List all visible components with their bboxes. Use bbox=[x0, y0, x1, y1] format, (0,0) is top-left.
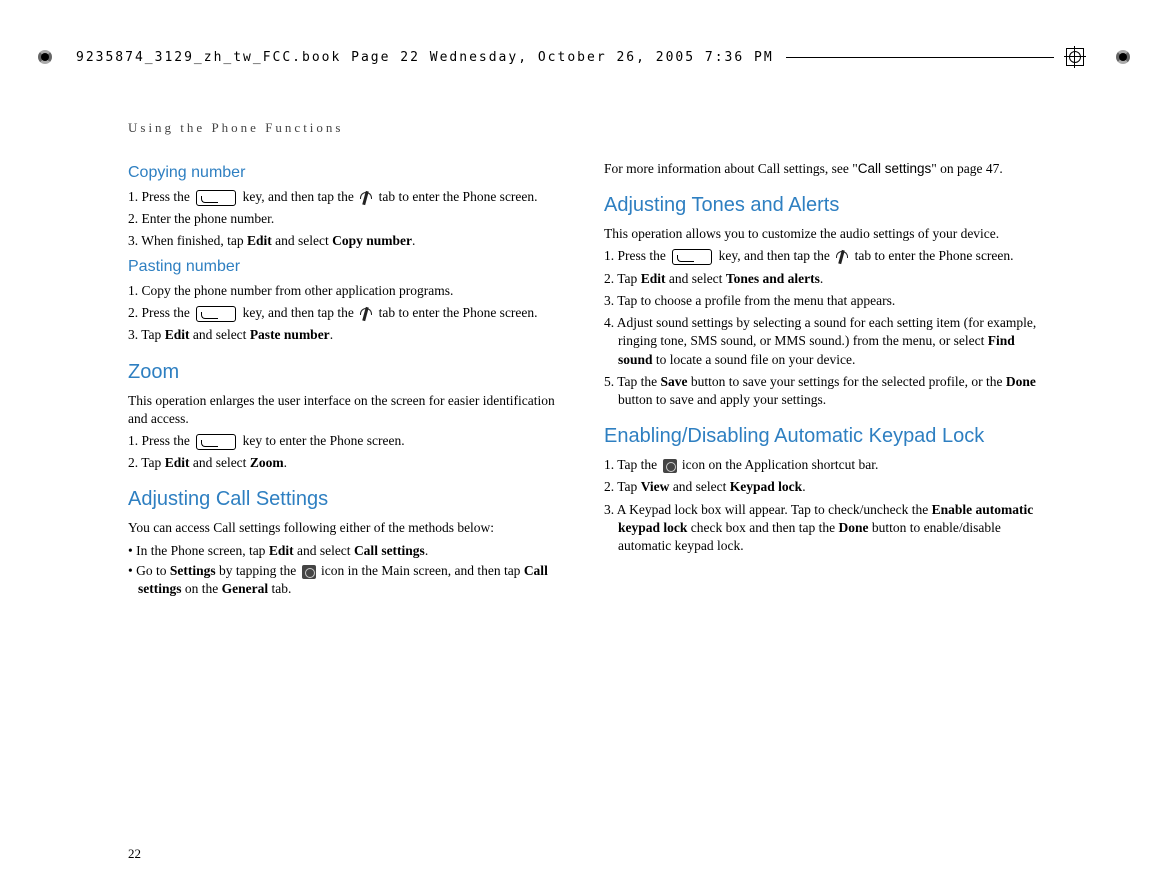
bullet: • In the Phone screen, tap Edit and sele… bbox=[128, 542, 564, 560]
file-meta: 9235874_3129_zh_tw_FCC.book Page 22 Wedn… bbox=[76, 50, 774, 65]
paragraph: This operation allows you to customize t… bbox=[604, 225, 1040, 243]
phone-key-icon bbox=[196, 306, 236, 322]
step: 1. Press the key, and then tap the tab t… bbox=[128, 188, 564, 206]
antenna-tab-icon bbox=[359, 191, 373, 205]
settings-icon bbox=[302, 565, 316, 579]
heading-pasting-number: Pasting number bbox=[128, 256, 564, 278]
step: 1. Press the key to enter the Phone scre… bbox=[128, 432, 564, 450]
step: 1. Press the key, and then tap the tab t… bbox=[604, 247, 1040, 265]
step: 1. Tap the icon on the Application short… bbox=[604, 456, 1040, 474]
crop-mark-icon bbox=[1116, 50, 1130, 64]
step: 3. Tap to choose a profile from the menu… bbox=[604, 292, 1040, 310]
right-column: For more information about Call settings… bbox=[604, 156, 1040, 600]
bullet: • Go to Settings by tapping the icon in … bbox=[128, 562, 564, 598]
step: 3. A Keypad lock box will appear. Tap to… bbox=[604, 501, 1040, 556]
phone-key-icon bbox=[672, 249, 712, 265]
crop-mark-header: 9235874_3129_zh_tw_FCC.book Page 22 Wedn… bbox=[38, 48, 1130, 66]
antenna-tab-icon bbox=[835, 250, 849, 264]
heading-call-settings: Adjusting Call Settings bbox=[128, 486, 564, 513]
step: 1. Copy the phone number from other appl… bbox=[128, 282, 564, 300]
running-header: Using the Phone Functions bbox=[128, 120, 1040, 136]
heading-keypad-lock: Enabling/Disabling Automatic Keypad Lock bbox=[604, 423, 1040, 450]
heading-copying-number: Copying number bbox=[128, 162, 564, 184]
step: 2. Tap Edit and select Zoom. bbox=[128, 454, 564, 472]
paragraph: For more information about Call settings… bbox=[604, 160, 1040, 178]
step: 2. Press the key, and then tap the tab t… bbox=[128, 304, 564, 322]
step: 3. When finished, tap Edit and select Co… bbox=[128, 232, 564, 250]
settings-icon bbox=[663, 459, 677, 473]
antenna-tab-icon bbox=[359, 307, 373, 321]
phone-key-icon bbox=[196, 190, 236, 206]
crop-mark-icon bbox=[38, 50, 52, 64]
heading-zoom: Zoom bbox=[128, 359, 564, 386]
step: 4. Adjust sound settings by selecting a … bbox=[604, 314, 1040, 369]
step: 3. Tap Edit and select Paste number. bbox=[128, 326, 564, 344]
step: 2. Enter the phone number. bbox=[128, 210, 564, 228]
paragraph: You can access Call settings following e… bbox=[128, 519, 564, 537]
heading-tones-alerts: Adjusting Tones and Alerts bbox=[604, 192, 1040, 219]
cross-mark-icon bbox=[1066, 48, 1084, 66]
left-column: Copying number 1. Press the key, and the… bbox=[128, 156, 564, 600]
phone-key-icon bbox=[196, 434, 236, 450]
paragraph: This operation enlarges the user interfa… bbox=[128, 392, 564, 428]
page-content: Using the Phone Functions Copying number… bbox=[128, 120, 1040, 856]
step: 5. Tap the Save button to save your sett… bbox=[604, 373, 1040, 409]
step: 2. Tap View and select Keypad lock. bbox=[604, 478, 1040, 496]
step: 2. Tap Edit and select Tones and alerts. bbox=[604, 270, 1040, 288]
page-number: 22 bbox=[128, 846, 141, 862]
